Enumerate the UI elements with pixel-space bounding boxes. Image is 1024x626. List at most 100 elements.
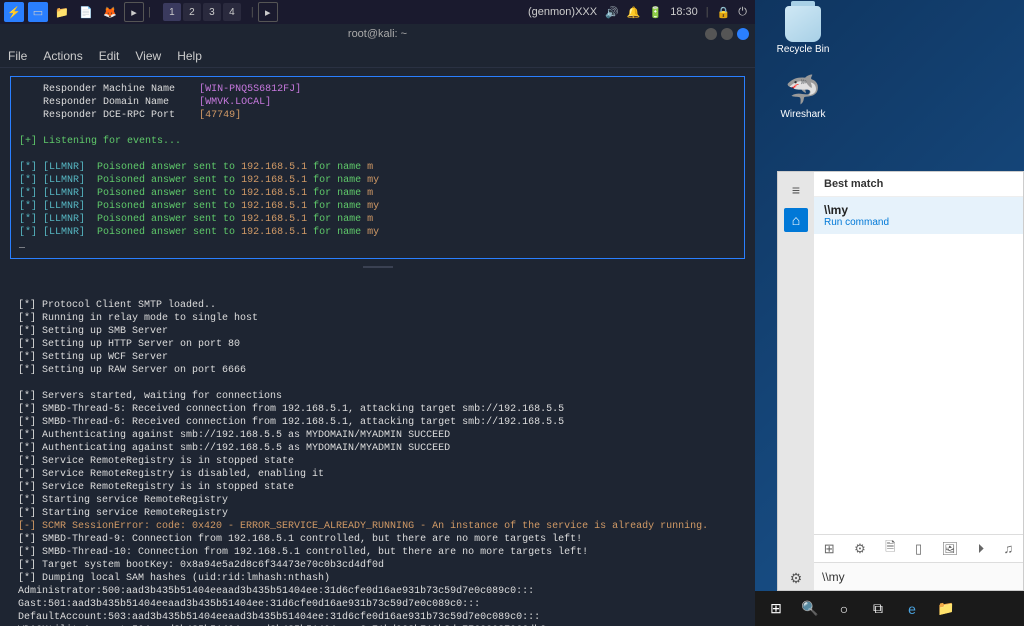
relay-line: [*] SMBD-Thread-6: Received connection f… xyxy=(18,416,737,429)
relay-line: [*] Service RemoteRegistry is in stopped… xyxy=(18,481,737,494)
panel-text-icon[interactable]: 📄 xyxy=(76,2,96,22)
recycle-bin-icon[interactable]: Recycle Bin xyxy=(773,6,833,55)
filter-docs-icon[interactable]: 🗎 xyxy=(885,538,895,560)
kali-menu-icon[interactable]: ⚡ xyxy=(4,2,24,22)
clock[interactable]: 18:30 xyxy=(670,6,698,18)
maximize-button[interactable] xyxy=(721,28,733,40)
resp-domain-val: [WMVK.LOCAL] xyxy=(199,97,271,108)
search-header: Best match xyxy=(814,172,1023,197)
relay-line xyxy=(18,377,737,390)
relay-line: [*] SMBD-Thread-10: Connection from 192.… xyxy=(18,546,737,559)
relay-line: [*] Servers started, waiting for connect… xyxy=(18,390,737,403)
terminal-window: root@kali: ~ File Actions Edit View Help… xyxy=(0,24,755,626)
terminal-title: root@kali: ~ xyxy=(348,28,407,40)
workspace-2[interactable]: 2 xyxy=(183,3,201,21)
search-result-title: \\my xyxy=(824,203,1013,217)
menu-help[interactable]: Help xyxy=(177,49,202,63)
relay-line: [*] Setting up SMB Server xyxy=(18,325,737,338)
relay-line: Gast:501:aad3b435b51404eeaad3b435b51404e… xyxy=(18,598,737,611)
explorer-icon[interactable]: 📁 xyxy=(929,594,963,624)
relay-line: [*] Protocol Client SMTP loaded.. xyxy=(18,299,737,312)
notification-icon[interactable]: 🔔 xyxy=(627,6,641,19)
resp-listening: [+] Listening for events... xyxy=(19,135,736,148)
wireshark-icon[interactable]: 🦈 Wireshark xyxy=(773,71,833,120)
minimize-button[interactable] xyxy=(705,28,717,40)
terminal-menubar: File Actions Edit View Help xyxy=(0,44,755,68)
windows-taskbar: ⊞ 🔍 ○ ⧉ e 📁 xyxy=(755,591,1024,626)
volume-icon[interactable]: 🔊 xyxy=(605,6,619,19)
search-input[interactable]: \\my xyxy=(814,562,1023,590)
relay-line: [*] Setting up HTTP Server on port 80 xyxy=(18,338,737,351)
relay-line: [*] Service RemoteRegistry is disabled, … xyxy=(18,468,737,481)
filter-apps-icon[interactable]: ⊞ xyxy=(824,541,835,557)
menu-file[interactable]: File xyxy=(8,49,27,63)
resp-machine-label: Responder Machine Name xyxy=(43,84,175,95)
genmon-indicator: (genmon)XXX xyxy=(528,6,597,18)
filter-settings-icon[interactable]: ⚙ xyxy=(854,541,866,557)
relay-line: [*] Setting up WCF Server xyxy=(18,351,737,364)
filter-photos-icon[interactable]: 🖼 xyxy=(942,541,959,557)
menu-actions[interactable]: Actions xyxy=(43,49,82,63)
relay-line: [*] Dumping local SAM hashes (uid:rid:lm… xyxy=(18,572,737,585)
recycle-bin-label: Recycle Bin xyxy=(777,44,830,55)
battery-icon[interactable]: 🔋 xyxy=(649,6,663,19)
lock-icon[interactable]: 🔒 xyxy=(717,6,731,19)
power-icon[interactable]: ⏻ xyxy=(738,6,747,19)
menu-view[interactable]: View xyxy=(135,49,161,63)
panel-terminal2-icon[interactable]: ▸ xyxy=(258,2,278,22)
workspace-switcher[interactable]: 1 2 3 4 xyxy=(163,3,241,21)
resp-machine-val: [WIN-PNQ5S6812FJ] xyxy=(199,84,301,95)
responder-event-line: [*] [LLMNR] Poisoned answer sent to 192.… xyxy=(19,200,736,213)
relay-line: [*] SMBD-Thread-5: Received connection f… xyxy=(18,403,737,416)
workspace-1[interactable]: 1 xyxy=(163,3,181,21)
terminal-body[interactable]: Responder Machine Name [WIN-PNQ5S6812FJ]… xyxy=(0,68,755,626)
rail-hamburger-icon[interactable]: ≡ xyxy=(784,178,808,202)
windows-search-popup: ≡ ⌂ ⚙ Best match \\my Run command ⊞ ⚙ 🗎 … xyxy=(777,171,1024,591)
filter-device-icon[interactable]: ▯ xyxy=(915,541,922,557)
terminal-titlebar[interactable]: root@kali: ~ xyxy=(0,24,755,44)
resp-rpc-label: Responder DCE-RPC Port xyxy=(43,110,175,121)
filter-music-icon[interactable]: ♫ xyxy=(1004,541,1014,556)
edge-icon[interactable]: e xyxy=(895,594,929,624)
search-result-sub: Run command xyxy=(824,217,1013,228)
workspace-3[interactable]: 3 xyxy=(203,3,221,21)
panel-firefox-icon[interactable]: 🦊 xyxy=(100,2,120,22)
panel-terminal-icon[interactable]: ▸ xyxy=(124,2,144,22)
panel-files-icon[interactable]: 📁 xyxy=(52,2,72,22)
start-button[interactable]: ⊞ xyxy=(759,594,793,624)
workspace-4[interactable]: 4 xyxy=(223,3,241,21)
rail-home-icon[interactable]: ⌂ xyxy=(784,208,808,232)
resp-rpc-val: [47749] xyxy=(199,110,241,121)
relay-line: [*] Authenticating against smb://192.168… xyxy=(18,429,737,442)
close-button[interactable] xyxy=(737,28,749,40)
cortana-icon[interactable]: ○ xyxy=(827,594,861,624)
taskbar-search-icon[interactable]: 🔍 xyxy=(793,594,827,624)
relay-pane: [*] Protocol Client SMTP loaded..[*] Run… xyxy=(10,269,745,626)
relay-line: DefaultAccount:503:aad3b435b51404eeaad3b… xyxy=(18,611,737,624)
relay-line: [-] SCMR SessionError: code: 0x420 - ERR… xyxy=(18,520,737,533)
resp-domain-label: Responder Domain Name xyxy=(43,97,169,108)
relay-line: Administrator:500:aad3b435b51404eeaad3b4… xyxy=(18,585,737,598)
responder-event-line: [*] [LLMNR] Poisoned answer sent to 192.… xyxy=(19,161,736,174)
relay-line: [*] Service RemoteRegistry is in stopped… xyxy=(18,455,737,468)
responder-event-line: [*] [LLMNR] Poisoned answer sent to 192.… xyxy=(19,213,736,226)
filter-videos-icon[interactable]: ⏵ xyxy=(978,541,985,557)
menu-edit[interactable]: Edit xyxy=(99,49,120,63)
kali-top-panel: ⚡ ▭ 📁 📄 🦊 ▸ | 1 2 3 4 | ▸ (genmon)XXX 🔊 … xyxy=(0,0,755,24)
responder-event-line: [*] [LLMNR] Poisoned answer sent to 192.… xyxy=(19,174,736,187)
relay-line: [*] Starting service RemoteRegistry xyxy=(18,494,737,507)
relay-line: [*] Target system bootKey: 0x8a94e5a2d8c… xyxy=(18,559,737,572)
responder-event-line: [*] [LLMNR] Poisoned answer sent to 192.… xyxy=(19,226,736,239)
relay-line: [*] Setting up RAW Server on port 6666 xyxy=(18,364,737,377)
resp-cursor: _ xyxy=(19,239,736,252)
search-result[interactable]: \\my Run command xyxy=(814,197,1023,234)
panel-app-icon[interactable]: ▭ xyxy=(28,2,48,22)
wireshark-label: Wireshark xyxy=(780,109,825,120)
taskview-icon[interactable]: ⧉ xyxy=(861,594,895,624)
relay-line: [*] SMBD-Thread-9: Connection from 192.1… xyxy=(18,533,737,546)
responder-event-line: [*] [LLMNR] Poisoned answer sent to 192.… xyxy=(19,187,736,200)
rail-settings-icon[interactable]: ⚙ xyxy=(784,566,808,590)
search-input-value: \\my xyxy=(822,570,845,584)
relay-line: [*] Authenticating against smb://192.168… xyxy=(18,442,737,455)
search-rail: ≡ ⌂ ⚙ xyxy=(778,172,814,590)
